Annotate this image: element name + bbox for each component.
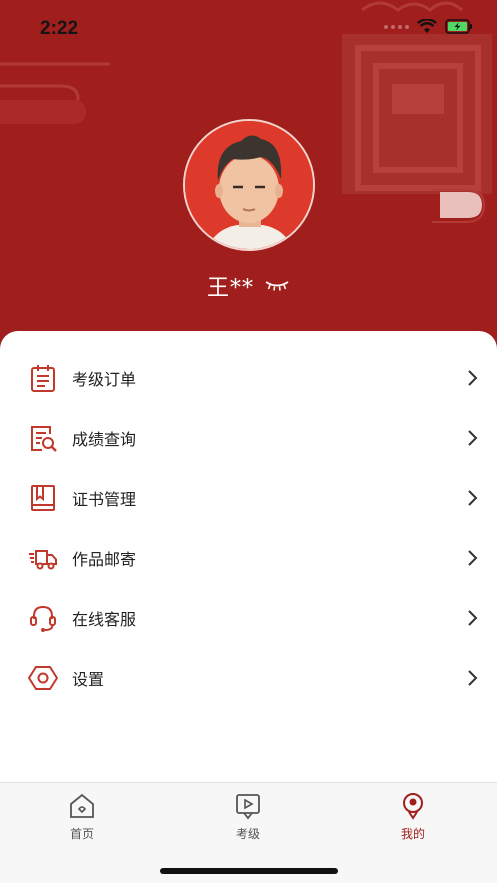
tab-home[interactable]: 首页: [32, 791, 132, 843]
wifi-icon: [417, 19, 437, 33]
tab-exam[interactable]: 考级: [198, 791, 298, 843]
profile-icon: [403, 793, 423, 820]
chevron-right-icon: [468, 610, 478, 626]
menu-item-certificate-management[interactable]: 证书管理: [0, 467, 497, 527]
menu-item-score-query[interactable]: 成绩查询: [0, 407, 497, 467]
video-play-icon: [236, 794, 260, 820]
delivery-truck-icon: [29, 550, 57, 570]
battery-charging-icon: [445, 19, 472, 34]
menu-item-work-mailing[interactable]: 作品邮寄: [0, 527, 497, 587]
menu-item-exam-orders[interactable]: 考级订单: [0, 347, 497, 407]
user-name-row: 王**: [0, 270, 497, 302]
eye-closed-icon[interactable]: [264, 279, 290, 293]
avatar-photo: [185, 121, 313, 249]
score-search-icon: [31, 426, 57, 452]
profile-header: 2:22 王**: [0, 0, 497, 360]
menu-item-label: 在线客服: [72, 610, 137, 629]
settings-hexagon-icon: [28, 666, 58, 690]
home-icon: [70, 793, 94, 818]
menu-item-online-service[interactable]: 在线客服: [0, 587, 497, 647]
avatar[interactable]: [183, 119, 315, 251]
menu-item-label: 作品邮寄: [72, 550, 137, 569]
tab-label: 考级: [235, 827, 260, 841]
order-clipboard-icon: [31, 365, 55, 392]
chevron-right-icon: [468, 670, 478, 686]
chevron-right-icon: [468, 430, 478, 446]
tab-label: 首页: [69, 827, 94, 841]
menu-card: 考级订单 成绩查询 证书管理 作品邮寄 在线客服 设置: [0, 331, 497, 783]
menu-item-label: 证书管理: [72, 490, 137, 509]
tab-label: 我的: [400, 827, 425, 841]
menu-item-label: 成绩查询: [72, 430, 137, 449]
chevron-right-icon: [468, 490, 478, 506]
chevron-right-icon: [468, 550, 478, 566]
menu-item-label: 设置: [72, 670, 105, 689]
status-bar: 2:22: [0, 0, 497, 58]
signal-icon: [384, 24, 409, 29]
certificate-book-icon: [31, 485, 55, 511]
chevron-right-icon: [468, 370, 478, 386]
tab-mine[interactable]: 我的: [363, 791, 463, 843]
headset-service-icon: [30, 605, 56, 632]
status-time: 2:22: [40, 18, 79, 39]
status-icons: [384, 19, 473, 34]
menu-item-label: 考级订单: [72, 370, 137, 389]
home-indicator: [160, 868, 338, 874]
user-name: 王**: [206, 276, 254, 301]
menu-item-settings[interactable]: 设置: [0, 647, 497, 707]
